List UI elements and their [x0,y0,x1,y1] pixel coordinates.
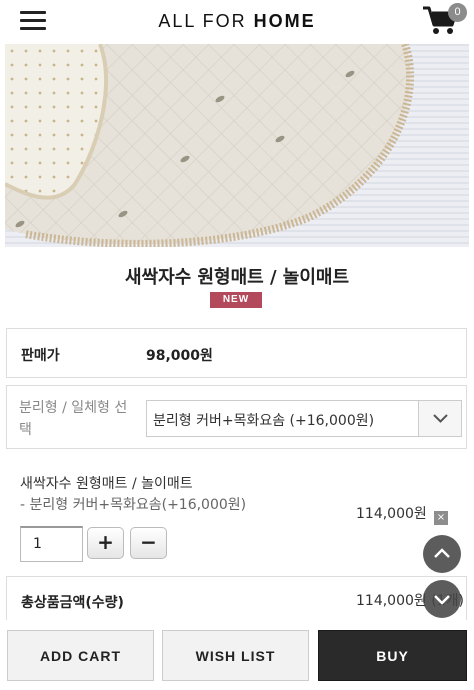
logo-bold-text: HOME [253,11,316,31]
quantity-increase-button[interactable]: + [87,527,124,559]
chevron-down-icon[interactable] [423,580,461,618]
scroll-up-svg [434,548,450,558]
option-row: 분리형 / 일체형 선택 분리형 커버+목화요솜 (+16,000원) [6,385,467,449]
product-photo [5,44,469,247]
option-select[interactable]: 분리형 커버+목화요솜 (+16,000원) [146,400,462,437]
option-selected-value: 분리형 커버+목화요솜 (+16,000원) [153,413,375,429]
selected-item-option: - 분리형 커버+목화요솜(+16,000원) [20,497,247,513]
price-label: 판매가 [21,348,60,364]
site-logo[interactable]: ALL FOR HOME [0,11,474,32]
price-row: 판매가 98,000원 [6,328,467,378]
quantity-input[interactable]: 1 [20,526,83,562]
chevron-up-icon[interactable] [423,535,461,573]
cart-count-badge: 0 [448,3,467,22]
new-badge: NEW [210,292,262,308]
total-row: 총상품금액(수량) 114,000원 (1개) [6,576,467,620]
scroll-down-svg [434,595,450,605]
option-label: 분리형 / 일체형 선택 [19,400,128,438]
quantity-decrease-button[interactable]: − [130,527,167,559]
top-header: ALL FOR HOME 0 [0,0,474,44]
chevron-down-icon[interactable] [418,401,461,436]
shopping-cart-icon[interactable]: 0 [421,3,467,39]
remove-item-button[interactable]: × [434,511,448,525]
wish-list-button[interactable]: WISH LIST [162,630,309,681]
product-title: 새싹자수 원형매트 / 놀이매트 [124,267,350,288]
product-image [5,44,469,247]
total-label: 총상품금액(수량) [21,595,124,611]
selected-item-name: 새싹자수 원형매트 / 놀이매트 [20,476,193,492]
buy-button[interactable]: BUY [318,630,467,681]
price-value: 98,000원 [146,348,213,364]
chevron-svg [433,414,448,423]
logo-light-text: ALL FOR [158,11,254,31]
add-cart-button[interactable]: ADD CART [7,630,154,681]
selected-item-price: 114,000원 [356,506,427,522]
